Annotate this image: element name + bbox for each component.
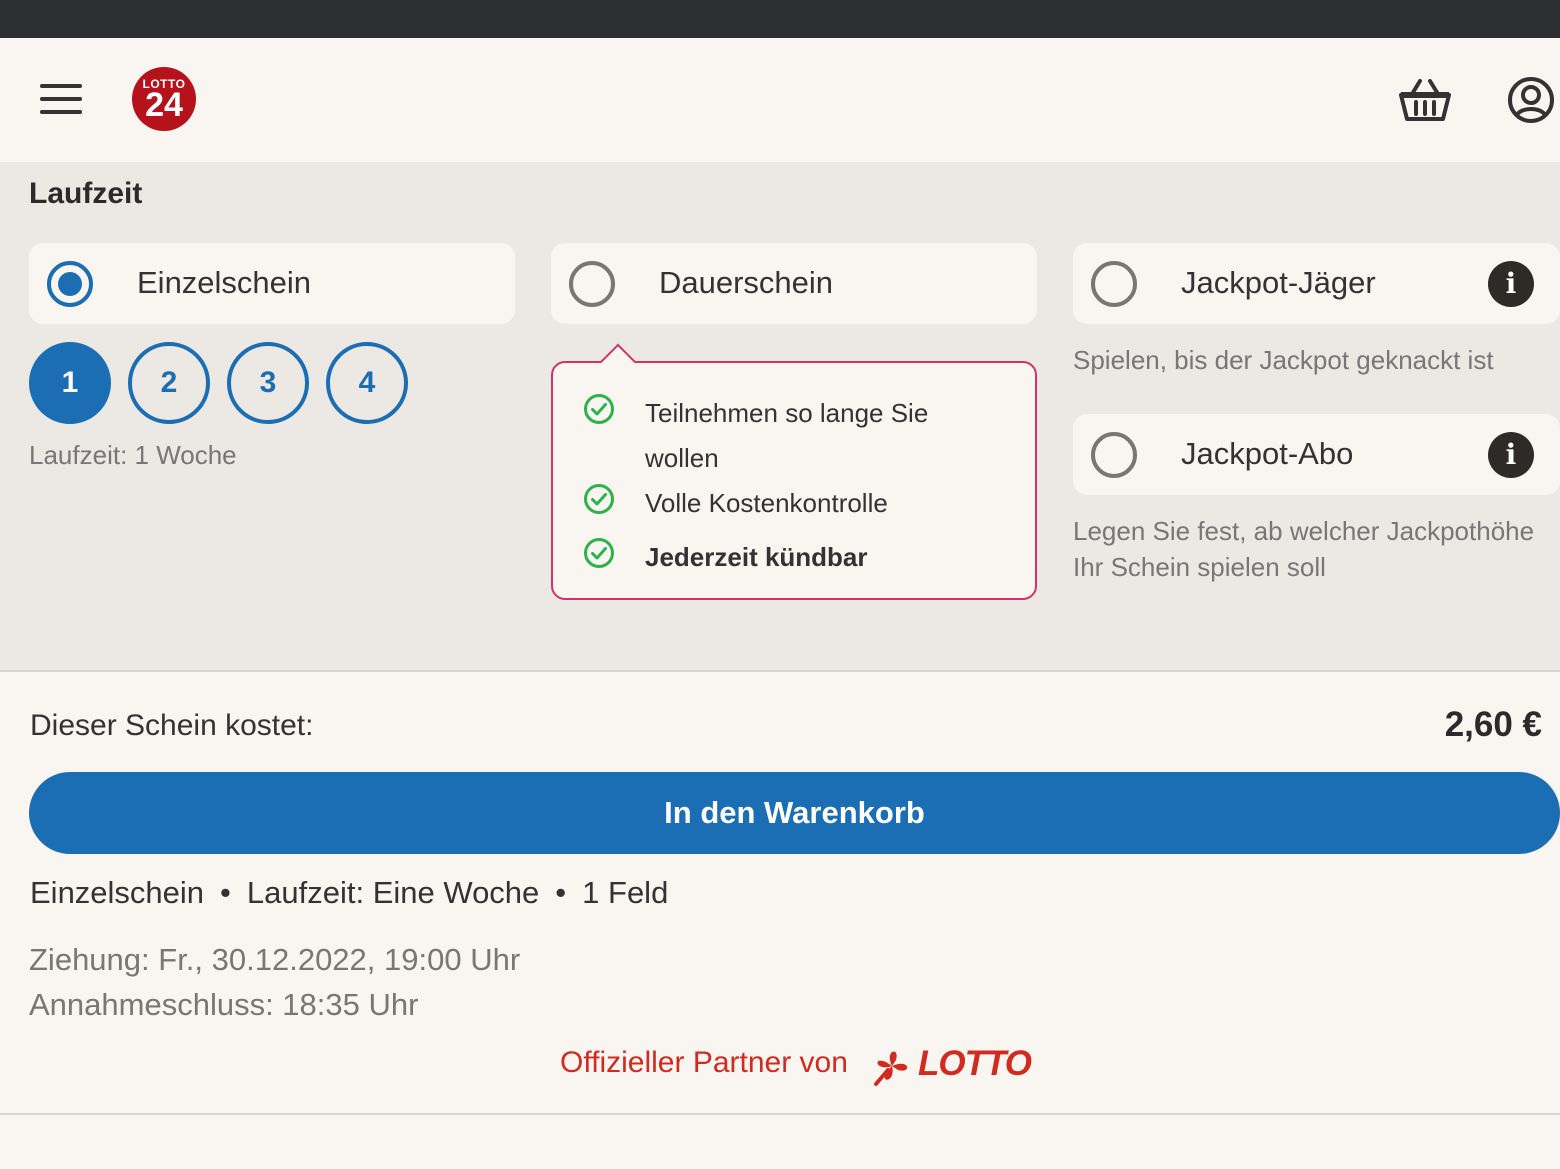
deadline: Annahmeschluss: 18:35 Uhr <box>29 987 419 1022</box>
option-label: Einzelschein <box>137 265 312 300</box>
radio-dauerschein[interactable] <box>569 261 615 307</box>
order-summary: Dieser Schein kostet: 2,60 € In den Ware… <box>0 670 1560 1115</box>
option-jackpot-abo[interactable]: Jackpot-Abo i <box>1073 414 1560 495</box>
logo-big-text: 24 <box>145 86 183 124</box>
option-label: Dauerschein <box>659 265 834 300</box>
clover-icon <box>874 1051 908 1086</box>
menu-icon[interactable] <box>40 84 82 114</box>
account-icon[interactable] <box>1507 76 1555 124</box>
week-button-2[interactable]: 2 <box>128 342 210 424</box>
dauerschein-tooltip: Teilnehmen so lange Sie wollen Volle Kos… <box>551 361 1037 600</box>
cost-label: Dieser Schein kostet: <box>30 709 314 742</box>
duration-note: Laufzeit: 1 Woche <box>29 440 237 470</box>
basket-icon[interactable] <box>1398 78 1452 122</box>
option-label: Jackpot-Abo <box>1181 436 1354 471</box>
status-bar <box>0 0 1560 38</box>
section-title: Laufzeit <box>29 177 143 210</box>
week-button-1[interactable]: 1 <box>29 342 111 424</box>
tooltip-text: Volle Kostenkontrolle <box>645 488 888 518</box>
draw-date: Ziehung: Fr., 30.12.2022, 19:00 Uhr <box>29 942 521 977</box>
cost-value: 2,60 € <box>1444 705 1542 744</box>
tooltip-text-line: wollen <box>645 443 719 473</box>
summary-fields: 1 Feld <box>582 875 669 910</box>
check-circle-icon <box>584 394 614 424</box>
summary-duration: Laufzeit: Eine Woche <box>246 875 540 910</box>
check-circle-icon <box>584 538 614 568</box>
lotto24-logo[interactable]: LOTTO 24 <box>132 67 196 131</box>
info-icon[interactable]: i <box>1488 261 1534 307</box>
tooltip-text: Jederzeit kündbar <box>645 542 868 572</box>
option-dauerschein[interactable]: Dauerschein <box>551 243 1037 324</box>
tooltip-text: Teilnehmen so lange Sie wollen <box>645 391 928 481</box>
separator: • <box>555 875 567 910</box>
option-label: Jackpot-Jäger <box>1181 265 1376 300</box>
radio-jackpot-abo[interactable] <box>1091 432 1137 478</box>
week-button-4[interactable]: 4 <box>326 342 408 424</box>
info-icon[interactable]: i <box>1488 432 1534 478</box>
draw-info: Ziehung: Fr., 30.12.2022, 19:00 Uhr Anna… <box>29 937 520 1027</box>
tooltip-text-line: Teilnehmen so lange Sie <box>645 398 929 428</box>
jackpot-jaeger-description: Spielen, bis der Jackpot geknackt ist <box>1073 345 1494 375</box>
separator: • <box>220 875 231 910</box>
option-jackpot-jaeger[interactable]: Jackpot-Jäger i <box>1073 243 1560 324</box>
add-to-cart-button[interactable]: In den Warenkorb <box>29 772 1560 854</box>
duration-section: Laufzeit Einzelschein Dauerschein Jackpo… <box>0 162 1560 670</box>
top-bar: LOTTO 24 <box>0 38 1560 162</box>
option-einzelschein[interactable]: Einzelschein <box>29 243 515 324</box>
radio-einzelschein[interactable] <box>47 261 93 307</box>
week-button-3[interactable]: 3 <box>227 342 309 424</box>
lotto-wordmark: LOTTO <box>918 1044 1032 1083</box>
check-circle-icon <box>584 484 614 514</box>
ticket-summary: Einzelschein • Laufzeit: Eine Woche • 1 Feld <box>30 875 668 911</box>
description-line: Ihr Schein spielen soll <box>1073 552 1326 582</box>
radio-jackpot-jaeger[interactable] <box>1091 261 1137 307</box>
partner-text: Offizieller Partner von <box>560 1046 848 1079</box>
lotto-partner-logo[interactable]: LOTTO <box>870 1044 1032 1088</box>
jackpot-abo-description: Legen Sie fest, ab welcher Jackpothöhe I… <box>1073 513 1560 585</box>
description-line: Legen Sie fest, ab welcher Jackpothöhe <box>1073 516 1535 546</box>
summary-type: Einzelschein <box>30 875 205 910</box>
